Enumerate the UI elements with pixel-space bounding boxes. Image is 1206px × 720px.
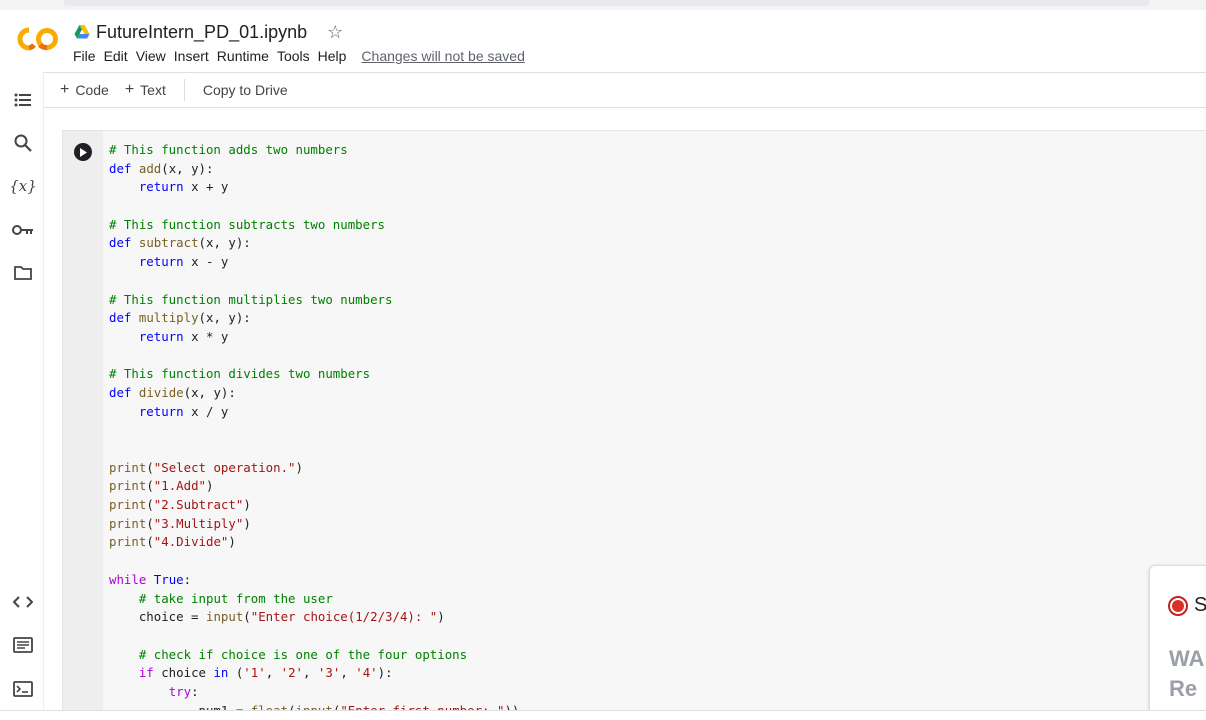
copy-to-drive-button[interactable]: Copy to Drive [195, 82, 296, 98]
code-line: print("4.Divide") [109, 534, 236, 550]
toolbar-divider [183, 79, 185, 101]
copy-to-drive-label: Copy to Drive [202, 82, 288, 98]
menu-insert[interactable]: Insert [173, 48, 216, 64]
play-icon [80, 147, 87, 157]
code-line: if choice in ('1', '2', '3', '4'): [138, 665, 393, 681]
code-button-label: Code [75, 82, 109, 98]
title-row: FutureIntern_PD_01.ipynb ☆ [74, 20, 343, 44]
code-line: def multiply(x, y): [109, 310, 251, 326]
top-strip [0, 0, 1206, 10]
code-line: choice = input("Enter choice(1/2/3/4): "… [109, 609, 445, 625]
files-folder-icon[interactable] [11, 261, 35, 285]
toolbar: + Code + Text Copy to Drive [44, 72, 1206, 108]
code-line: # This function multiplies two numbers [109, 291, 393, 307]
menu-help[interactable]: Help [317, 48, 354, 64]
code-line: return x * y [138, 328, 229, 344]
code-line: # This function adds two numbers [109, 142, 348, 157]
recording-popup[interactable]: S WA Re [1149, 565, 1206, 720]
popup-text-2: WA [1169, 646, 1205, 671]
terminal-icon[interactable] [11, 677, 35, 701]
colab-logo[interactable] [16, 26, 60, 52]
text-button-label: Text [140, 82, 166, 98]
record-icon [1168, 596, 1188, 616]
star-icon[interactable]: ☆ [327, 22, 343, 43]
menu-bar: File Edit View Insert Runtime Tools Help… [72, 48, 532, 64]
plus-icon: + [124, 81, 135, 98]
menu-view[interactable]: View [135, 48, 173, 64]
popup-text-3: Re [1169, 676, 1198, 701]
code-line: # This function subtracts two numbers [109, 216, 386, 232]
bottom-edge [0, 710, 1206, 720]
code-line: while True: [109, 571, 192, 587]
code-line: try: [168, 683, 199, 699]
code-line: # This function divides two numbers [109, 366, 371, 382]
code-snippets-icon[interactable] [11, 590, 35, 614]
menu-edit[interactable]: Edit [103, 48, 135, 64]
popup-text-1: S [1194, 594, 1206, 616]
code-line: def add(x, y): [109, 160, 214, 176]
left-rail: {x} [0, 72, 44, 720]
code-line: print("3.Multiply") [109, 515, 251, 531]
menu-tools[interactable]: Tools [276, 48, 317, 64]
code-line: def divide(x, y): [109, 384, 236, 400]
code-line: print("Select operation.") [109, 459, 303, 475]
code-editor[interactable]: # This function adds two numbers def add(… [109, 141, 1199, 720]
google-drive-icon [74, 25, 90, 39]
code-line: return x + y [138, 179, 229, 195]
changes-notice-link[interactable]: Changes will not be saved [360, 48, 531, 64]
plus-icon: + [60, 81, 70, 98]
command-palette-icon[interactable] [11, 633, 35, 657]
code-line: return x - y [138, 254, 229, 270]
code-line: def subtract(x, y): [109, 235, 251, 251]
header: FutureIntern_PD_01.ipynb ☆ File Edit Vie… [0, 10, 1206, 72]
table-of-contents-icon[interactable] [11, 88, 35, 112]
code-line: print("1.Add") [109, 478, 214, 494]
notebook-title[interactable]: FutureIntern_PD_01.ipynb [96, 22, 307, 43]
code-line: # take input from the user [138, 590, 333, 606]
variables-icon[interactable]: {x} [9, 174, 37, 198]
add-code-cell-button[interactable]: + Code [52, 81, 117, 99]
search-icon[interactable] [11, 131, 35, 155]
code-line: print("2.Subtract") [109, 497, 251, 513]
menu-file[interactable]: File [72, 48, 103, 64]
cell-gutter [63, 131, 103, 719]
top-shade [64, 0, 1149, 6]
secrets-key-icon[interactable] [11, 218, 35, 242]
add-text-cell-button[interactable]: + Text [117, 81, 174, 99]
menu-runtime[interactable]: Runtime [216, 48, 276, 64]
run-cell-button[interactable] [74, 143, 92, 161]
code-line: return x / y [138, 403, 229, 419]
code-line: # check if choice is one of the four opt… [138, 646, 468, 662]
code-cell[interactable]: # This function adds two numbers def add(… [62, 130, 1206, 720]
